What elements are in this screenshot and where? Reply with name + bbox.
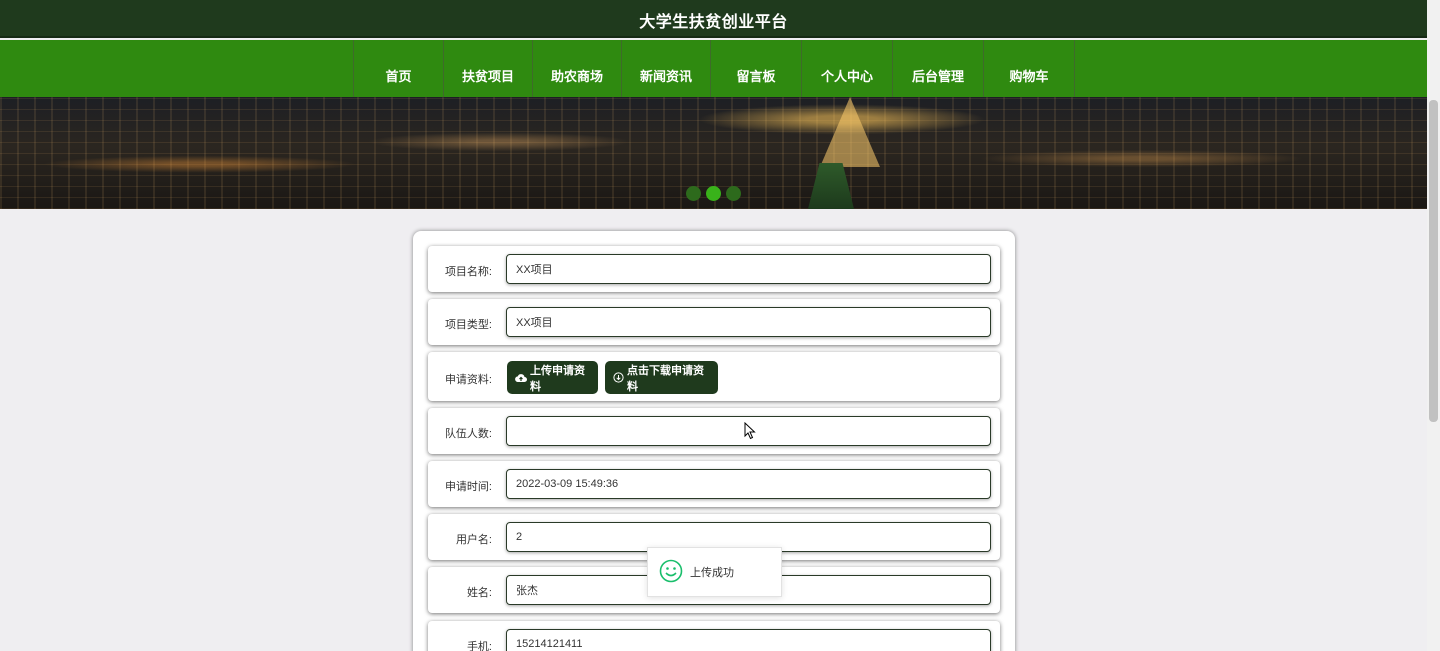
project-name-row: 项目名称: [428, 246, 1000, 292]
carousel-indicators [686, 186, 741, 201]
download-materials-label: 点击下载申请资料 [627, 364, 704, 393]
team-size-label: 队伍人数: [444, 428, 492, 440]
carousel-dot[interactable] [686, 186, 701, 201]
nav-item[interactable]: 新闻资讯 [622, 40, 711, 97]
apply-time-input[interactable] [506, 469, 991, 499]
nav-item[interactable]: 个人中心 [802, 40, 893, 97]
nav-item[interactable]: 首页 [354, 40, 444, 97]
project-type-row: 项目类型: [428, 299, 1000, 345]
project-name-label: 项目名称: [444, 266, 492, 278]
name-label: 姓名: [466, 587, 492, 599]
project-type-input[interactable] [506, 307, 991, 337]
carousel-dot[interactable] [726, 186, 741, 201]
upload-success-toast: 上传成功 [647, 547, 782, 597]
site-header: 大学生扶贫创业平台 [0, 0, 1427, 38]
page-scrollbar[interactable] [1427, 0, 1440, 651]
nav-item[interactable]: 助农商场 [533, 40, 622, 97]
project-name-input[interactable] [506, 254, 991, 284]
main-nav: 首页 扶贫项目 助农商场 新闻资讯 留言板 个人中心 后台管理 购物车 [0, 40, 1427, 97]
application-materials-row: 申请资料: 上传申请资料 点击下载申请资料 [428, 352, 1000, 401]
username-label: 用户名: [455, 534, 492, 546]
apply-time-row: 申请时间: [428, 461, 1000, 507]
site-title: 大学生扶贫创业平台 [639, 14, 788, 31]
nav-item[interactable]: 扶贫项目 [444, 40, 533, 97]
download-circle-icon [613, 372, 624, 383]
upload-materials-label: 上传申请资料 [530, 364, 585, 393]
champ-de-mars-image [808, 163, 854, 209]
mouse-cursor-icon [744, 421, 756, 445]
nav-item[interactable]: 后台管理 [893, 40, 984, 97]
phone-label: 手机: [466, 641, 492, 651]
phone-input[interactable] [506, 629, 991, 651]
banner-carousel [0, 97, 1427, 209]
apply-time-label: 申请时间: [444, 481, 492, 493]
phone-row: 手机: [428, 621, 1000, 651]
team-size-row: 队伍人数: [428, 408, 1000, 454]
smile-icon [659, 559, 683, 586]
eiffel-tower-image [820, 97, 880, 167]
application-materials-label: 申请资料: [444, 374, 492, 386]
upload-materials-button[interactable]: 上传申请资料 [507, 361, 598, 394]
download-materials-button[interactable]: 点击下载申请资料 [605, 361, 718, 394]
nav-item[interactable]: 留言板 [711, 40, 802, 97]
nav-item[interactable]: 购物车 [984, 40, 1075, 97]
carousel-dot[interactable] [706, 186, 721, 201]
cloud-upload-icon [515, 373, 527, 383]
toast-message: 上传成功 [690, 567, 734, 579]
project-type-label: 项目类型: [444, 319, 492, 331]
scrollbar-thumb[interactable] [1429, 100, 1438, 422]
nav-list: 首页 扶贫项目 助农商场 新闻资讯 留言板 个人中心 后台管理 购物车 [353, 40, 1075, 97]
